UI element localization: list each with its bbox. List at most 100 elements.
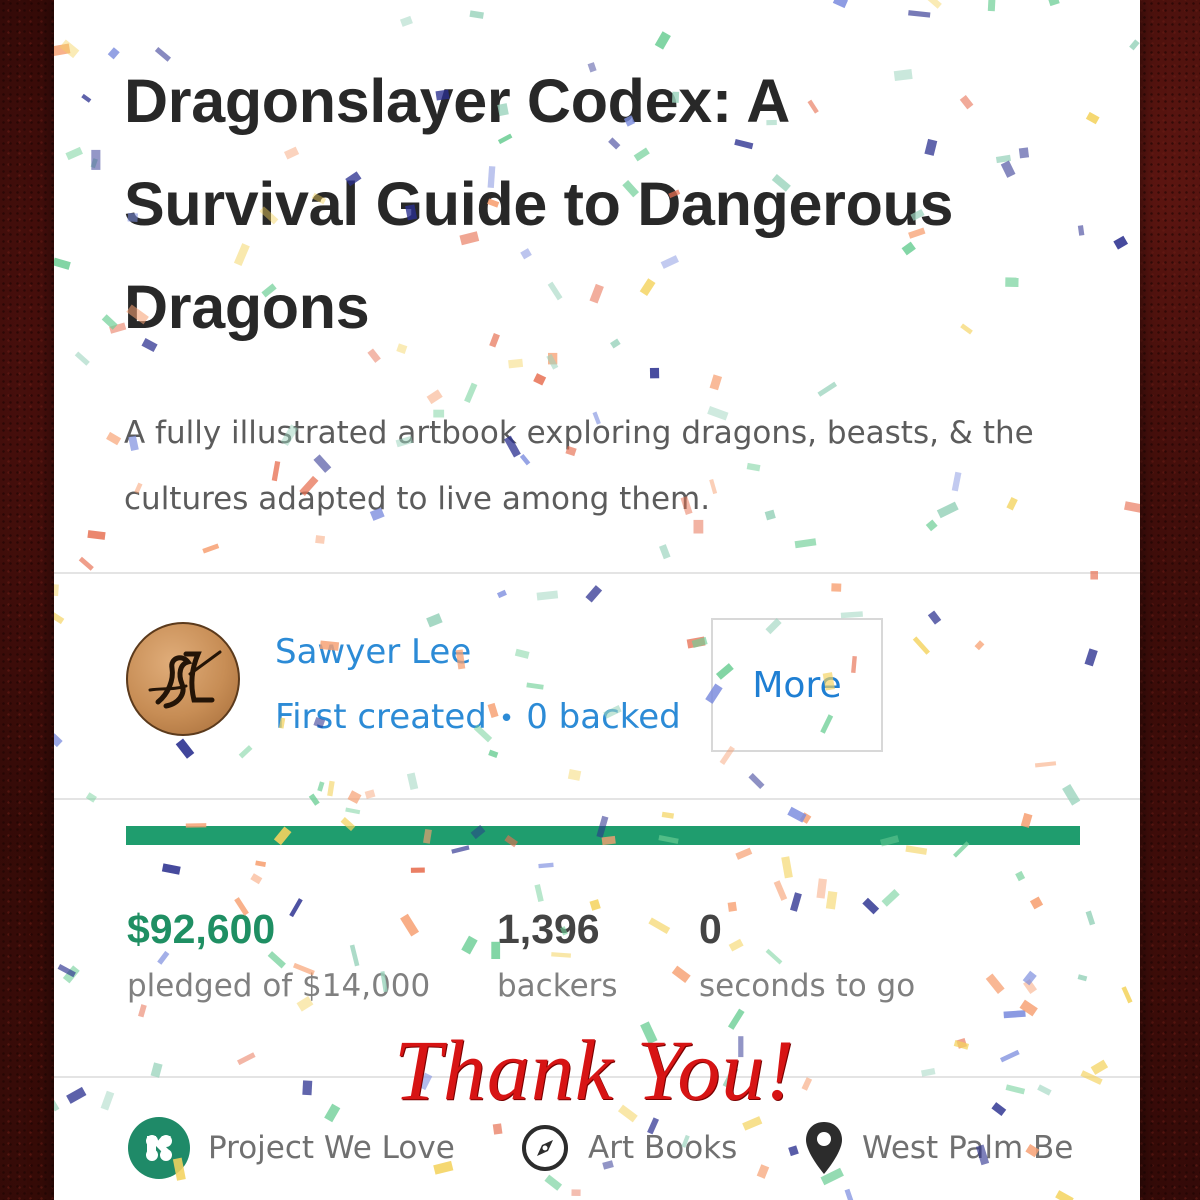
first-created-link[interactable]: First created <box>275 697 487 737</box>
confetti-piece <box>410 867 425 873</box>
time-left-value: 0 <box>699 906 722 952</box>
confetti-piece <box>508 358 524 369</box>
confetti-piece <box>794 538 817 549</box>
confetti-piece <box>686 636 706 649</box>
project-title: Dragonslayer Codex: A Survival Guide to … <box>124 67 954 341</box>
confetti-piece <box>315 535 326 544</box>
confetti-piece <box>1077 974 1088 982</box>
confetti-piece <box>54 1098 60 1112</box>
confetti-piece <box>54 733 63 748</box>
confetti-piece <box>661 811 675 819</box>
confetti-piece <box>1085 111 1100 125</box>
creator-meta: First created • 0 backed <box>275 697 681 737</box>
confetti-piece <box>426 613 443 628</box>
confetti-piece <box>987 0 996 12</box>
confetti-piece <box>728 938 744 952</box>
confetti-piece <box>781 856 793 879</box>
confetti-piece <box>816 878 827 899</box>
confetti-piece <box>748 773 765 790</box>
creator-name-link[interactable]: Sawyer Lee <box>275 632 471 672</box>
confetti-piece <box>87 530 106 540</box>
confetti-piece <box>709 374 723 391</box>
project-blurb: A fully illustrated artbook exploring dr… <box>124 415 1034 517</box>
confetti-piece <box>640 1021 658 1045</box>
confetti-piece <box>765 948 783 965</box>
confetti-piece <box>66 1086 87 1104</box>
confetti-piece <box>81 93 92 103</box>
confetti-piece <box>571 1189 581 1196</box>
confetti-piece <box>78 556 94 571</box>
confetti-piece <box>138 1004 147 1018</box>
confetti-piece <box>1023 978 1037 995</box>
confetti-piece <box>57 964 76 978</box>
confetti-piece <box>1037 1084 1052 1096</box>
confetti-piece <box>905 845 928 855</box>
backers-label: backers <box>497 968 618 1004</box>
confetti-piece <box>585 585 603 603</box>
confetti-piece <box>65 146 83 161</box>
confetti-piece <box>817 381 838 397</box>
confetti-piece <box>533 373 547 386</box>
meta-separator: • <box>498 703 515 734</box>
confetti-piece <box>654 31 671 50</box>
confetti-piece <box>649 367 660 379</box>
confetti-piece <box>101 314 118 330</box>
confetti-piece <box>953 1040 970 1050</box>
pledged-amount: $92,600 <box>127 906 276 952</box>
badge-label: Project We Love <box>208 1130 455 1166</box>
confetti-piece <box>514 648 530 659</box>
confetti-piece <box>237 1052 256 1066</box>
confetti-piece <box>862 897 880 915</box>
confetti-piece <box>956 1038 968 1049</box>
confetti-piece <box>1015 870 1026 882</box>
confetti-piece <box>881 889 900 907</box>
confetti-piece <box>844 1188 857 1200</box>
pledged-label: pledged of $14,000 <box>127 968 431 1004</box>
confetti-piece <box>538 862 554 869</box>
thank-you-overlay: Thank You! <box>394 1022 796 1118</box>
confetti-piece <box>289 898 303 918</box>
kickstarter-k-icon <box>128 1117 190 1179</box>
confetti-piece <box>536 590 559 601</box>
confetti-piece <box>1003 1010 1026 1019</box>
confetti-piece <box>1113 235 1129 250</box>
confetti-piece <box>461 935 478 955</box>
backed-count-link[interactable]: 0 backed <box>526 697 681 737</box>
confetti-piece <box>54 584 59 597</box>
category-link[interactable]: Art Books <box>520 1118 737 1178</box>
creator-monogram-icon <box>148 650 222 709</box>
confetti-piece <box>317 781 325 792</box>
confetti-piece <box>825 890 838 910</box>
confetti-piece <box>1005 1084 1026 1095</box>
confetti-piece <box>671 965 691 983</box>
creator-avatar[interactable] <box>126 622 240 736</box>
confetti-piece <box>1084 648 1098 667</box>
confetti-piece <box>1129 39 1140 51</box>
confetti-piece <box>406 772 419 790</box>
confetti-piece <box>727 901 737 912</box>
confetti-piece <box>54 43 71 57</box>
confetti-piece <box>1022 970 1037 986</box>
confetti-piece <box>1048 0 1060 7</box>
confetti-piece <box>526 682 544 690</box>
time-left-label: seconds to go <box>699 968 916 1004</box>
confetti-piece <box>1085 910 1096 926</box>
confetti-piece <box>59 39 80 59</box>
confetti-piece <box>1090 1059 1109 1075</box>
confetti-piece <box>567 768 582 781</box>
location-link[interactable]: West Palm Be <box>804 1118 1073 1178</box>
confetti-piece <box>799 812 812 824</box>
confetti-piece <box>727 1008 745 1030</box>
more-button[interactable]: More <box>711 618 883 752</box>
confetti-piece <box>790 892 802 912</box>
confetti-piece <box>756 1164 770 1179</box>
confetti-piece <box>74 351 90 366</box>
confetti-piece <box>496 589 507 599</box>
confetti-piece <box>175 738 195 759</box>
project-we-love-badge[interactable]: Project We Love <box>128 1117 455 1179</box>
confetti-piece <box>974 640 985 651</box>
funding-progress-fill <box>126 826 1080 845</box>
confetti-piece <box>1062 783 1081 806</box>
confetti-piece <box>912 636 931 655</box>
confetti-piece <box>1029 896 1044 910</box>
